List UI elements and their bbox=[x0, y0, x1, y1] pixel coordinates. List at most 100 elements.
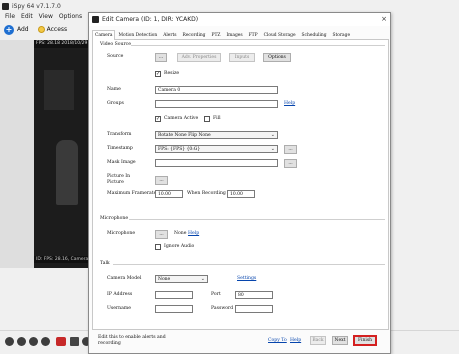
max-framerate-input[interactable]: 10.00 bbox=[155, 190, 183, 198]
talk-group-label: Talk bbox=[100, 261, 110, 266]
menu-options[interactable]: Options bbox=[59, 13, 82, 20]
youtube-icon[interactable] bbox=[56, 337, 66, 346]
talk-divider bbox=[113, 264, 385, 265]
talk-settings-link[interactable]: Settings bbox=[237, 276, 256, 281]
username-label: Username bbox=[107, 306, 131, 311]
port-label: Port bbox=[211, 292, 221, 297]
camera-model-select[interactable]: None ⌄ bbox=[155, 275, 208, 283]
app-titlebar: iSpy 64 v7.1.7.0 bbox=[0, 0, 90, 11]
copy-to-link[interactable]: Copy To bbox=[268, 338, 287, 343]
password-label: Password bbox=[211, 306, 234, 311]
app-title: iSpy 64 v7.1.7.0 bbox=[12, 3, 61, 10]
menu-file[interactable]: File bbox=[5, 13, 15, 20]
groups-input[interactable] bbox=[155, 100, 278, 108]
inputs-button[interactable]: Inputs bbox=[229, 53, 255, 62]
resize-label: Resize bbox=[164, 71, 180, 76]
tab-camera[interactable]: Camera bbox=[92, 30, 116, 40]
mask-image-input[interactable] bbox=[155, 159, 278, 167]
microphone-none-label: None bbox=[174, 231, 187, 236]
tab-alerts[interactable]: Alerts bbox=[160, 30, 179, 40]
chevron-down-icon: ⌄ bbox=[200, 276, 205, 282]
settings-icon[interactable] bbox=[5, 337, 14, 346]
when-recording-input[interactable]: 10.00 bbox=[227, 190, 255, 198]
camera-list-strip bbox=[0, 40, 34, 268]
finish-button[interactable]: Finish bbox=[354, 336, 376, 345]
camera-model-label: Camera Model bbox=[107, 276, 142, 281]
footer-hint-line2: recording bbox=[98, 341, 121, 346]
access-button[interactable]: Access bbox=[37, 26, 67, 33]
transform-select[interactable]: Rotate None Flip None ⌄ bbox=[155, 131, 278, 139]
name-input[interactable]: Camera 0 bbox=[155, 86, 278, 94]
name-label: Name bbox=[107, 87, 121, 92]
microphone-label: Microphone bbox=[107, 231, 136, 236]
dialog-tabs: Camera Motion Detection Alerts Recording… bbox=[92, 30, 389, 40]
edit-camera-dialog: Edit Camera (ID: 1, DIR: YCAKD) × Camera… bbox=[88, 12, 391, 354]
refresh-icon[interactable] bbox=[29, 337, 38, 346]
add-button[interactable]: + Add bbox=[4, 24, 29, 35]
tab-scheduling[interactable]: Scheduling bbox=[299, 30, 330, 40]
port-input[interactable]: 80 bbox=[235, 291, 273, 299]
close-icon[interactable]: × bbox=[381, 15, 387, 23]
timestamp-select[interactable]: FPS: {FPS} {0:G} ⌄ bbox=[155, 145, 278, 153]
ignore-audio-label: Ignore Audio bbox=[164, 244, 195, 249]
pip-browse-button[interactable]: ... bbox=[155, 176, 168, 185]
camera-tab-panel: Video Source Source ... Adv. Properties … bbox=[92, 40, 389, 330]
password-input[interactable] bbox=[235, 305, 273, 313]
dialog-titlebar: Edit Camera (ID: 1, DIR: YCAKD) × bbox=[89, 13, 390, 26]
video-source-group-label: Video Source bbox=[100, 42, 131, 47]
camera-view-header: FPS: 28.18 2018/10/29 1 bbox=[34, 40, 94, 48]
microphone-group-label: Microphone bbox=[100, 216, 129, 221]
mask-image-browse-button[interactable]: ... bbox=[284, 159, 297, 168]
fill-label: Fill bbox=[213, 116, 221, 121]
fill-checkbox[interactable] bbox=[204, 116, 210, 122]
pip-label-line2: Picture bbox=[107, 180, 124, 185]
timestamp-value: FPS: {FPS} {0:G} bbox=[158, 147, 201, 152]
transform-value: Rotate None Flip None bbox=[158, 133, 211, 138]
adv-properties-button[interactable]: Adv. Properties bbox=[177, 53, 221, 62]
app-logo-icon bbox=[2, 3, 9, 10]
camera-view-footer: ID: FPS: 28.16, Camera 0 bbox=[34, 256, 94, 263]
grid-icon[interactable] bbox=[70, 337, 79, 346]
groups-label: Groups bbox=[107, 101, 124, 106]
chevron-down-icon: ⌄ bbox=[270, 146, 275, 152]
next-button[interactable]: Next bbox=[332, 336, 348, 345]
camera-scene-object bbox=[44, 70, 74, 110]
record-icon[interactable] bbox=[17, 337, 26, 346]
username-input[interactable] bbox=[155, 305, 193, 313]
tab-storage[interactable]: Storage bbox=[330, 30, 354, 40]
dialog-logo-icon bbox=[92, 16, 99, 23]
microphone-divider bbox=[129, 219, 385, 220]
ip-address-input[interactable] bbox=[155, 291, 193, 299]
source-browse-button[interactable]: ... bbox=[155, 53, 167, 62]
ip-address-label: IP Address bbox=[107, 292, 133, 297]
when-recording-label: When Recording bbox=[187, 191, 226, 196]
camera-active-checkbox[interactable]: ✓ bbox=[155, 116, 161, 122]
ignore-audio-checkbox[interactable] bbox=[155, 244, 161, 250]
timestamp-browse-button[interactable]: ... bbox=[284, 145, 297, 154]
back-button[interactable]: Back bbox=[310, 336, 326, 345]
chevron-down-icon: ⌄ bbox=[270, 132, 275, 138]
transform-label: Transform bbox=[107, 132, 132, 137]
tab-motion-detection[interactable]: Motion Detection bbox=[115, 30, 160, 40]
globe-icon[interactable] bbox=[41, 337, 50, 346]
groups-help-link[interactable]: Help bbox=[284, 101, 295, 106]
pip-label-line1: Picture In bbox=[107, 174, 131, 179]
options-button[interactable]: Options bbox=[263, 53, 291, 62]
camera-model-value: None bbox=[158, 277, 171, 282]
camera-scene-person bbox=[56, 140, 78, 205]
menu-view[interactable]: View bbox=[39, 13, 53, 20]
tab-ftp[interactable]: FTP bbox=[246, 30, 261, 40]
key-icon bbox=[37, 26, 45, 33]
resize-checkbox[interactable]: ✓ bbox=[155, 71, 161, 77]
tab-ptz[interactable]: PTZ bbox=[209, 30, 224, 40]
app-menubar: File Edit View Options He bbox=[0, 11, 96, 21]
add-label: Add bbox=[17, 26, 29, 33]
microphone-browse-button[interactable]: ... bbox=[155, 230, 168, 239]
tab-images[interactable]: Images bbox=[223, 30, 245, 40]
microphone-help-link[interactable]: Help bbox=[188, 231, 199, 236]
menu-edit[interactable]: Edit bbox=[21, 13, 33, 20]
tab-cloud-storage[interactable]: Cloud Storage bbox=[261, 30, 299, 40]
camera-active-label: Camera Active bbox=[164, 116, 199, 121]
tab-recording[interactable]: Recording bbox=[180, 30, 209, 40]
footer-help-link[interactable]: Help bbox=[290, 338, 301, 343]
